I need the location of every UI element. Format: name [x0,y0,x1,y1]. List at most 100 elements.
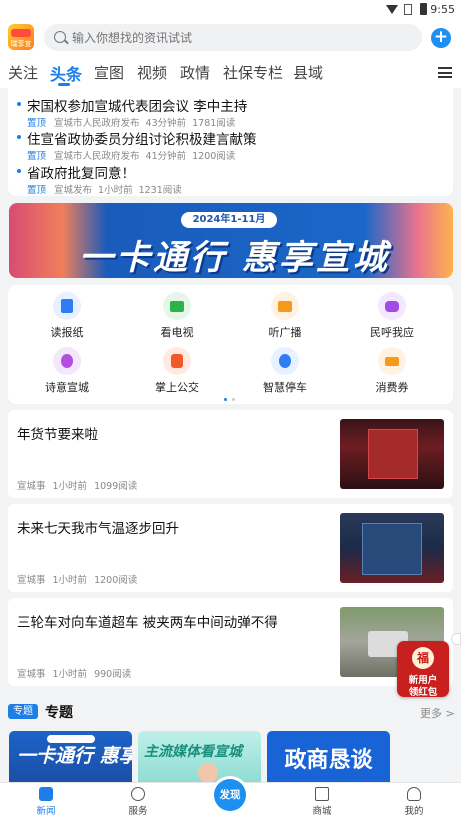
service-citizen-voice[interactable]: 民呼我应 [357,292,427,340]
search-icon [54,31,66,43]
service-watch-tv[interactable]: 看电视 [142,292,212,340]
headline-time: 1小时前 [98,185,133,196]
topic-card-text: 主流媒体看宣城 [144,744,242,760]
news-reads: 1200阅读 [94,575,138,586]
nav-label: 新闻 [36,806,56,817]
search-bar[interactable] [44,24,422,51]
news-card[interactable]: 未来七天我市气温逐步回升 宣城事 1小时前 1200阅读 [8,504,453,592]
nav-services[interactable]: 服务 [108,783,168,817]
news-meta: 宣城事 1小时前 990阅读 [17,666,138,680]
tab-follow[interactable]: 关注 [8,62,38,83]
tab-county[interactable]: 县域 [293,62,323,83]
tab-video[interactable]: 视频 [137,62,167,83]
bullet-dot [17,135,21,139]
headline-source: 宣城市人民政府发布 [54,151,140,162]
topic-section-header: 专题 专题 更多 > [0,698,461,728]
newspaper-icon [53,292,81,320]
profile-icon [407,787,421,801]
headline-source: 宣城发布 [54,185,93,196]
service-listen-radio[interactable]: 听广播 [250,292,320,340]
status-time: 9:55 [430,3,455,16]
menu-icon[interactable] [438,67,452,78]
add-button[interactable]: + [431,28,451,48]
bullet-dot [17,102,21,106]
nav-profile[interactable]: 我的 [384,783,444,817]
news-source: 宣城事 [17,481,46,492]
app-logo[interactable]: 瑞享宣 [8,24,34,50]
news-icon [39,787,53,801]
topic-card-figure [198,763,218,783]
page-indicator-active [224,398,227,401]
news-time: 1小时前 [52,669,88,680]
promo-banner[interactable]: 2024年1-11月 一卡通行 惠享宣城 [9,203,453,278]
nav-mall[interactable]: 商城 [292,783,352,817]
page-indicator [232,398,235,401]
headline-meta: 置顶 宣城发布 1小时前 1231阅读 [27,182,188,196]
headline-meta: 置顶 宣城市人民政府发布 43分钟前 1781阅读 [27,115,241,129]
banner-headline: 一卡通行 惠享宣城 [79,238,390,278]
news-thumbnail [340,419,444,489]
topic-title: 专题 [45,705,73,721]
poem-icon [53,347,81,375]
news-source: 宣城事 [17,669,46,680]
service-label: 看电视 [160,326,194,339]
headline-title: 省政府批复同意！ [27,166,135,182]
service-read-newspaper[interactable]: 读报纸 [32,292,102,340]
bullet-dot [17,169,21,173]
thumbnail-poster [362,523,422,575]
topic-card[interactable]: 政商恳谈 [267,731,390,783]
nav-discover-button[interactable]: 发现 [214,779,246,811]
headline-reads: 1231阅读 [138,185,182,196]
tab-politics[interactable]: 政情 [180,62,210,83]
services-grid: 读报纸 看电视 听广播 民呼我应 诗意宣城 掌上公交 智慧停车 消费券 [8,285,453,404]
coupon-icon [378,347,406,375]
service-smart-parking[interactable]: 智慧停车 [250,347,320,395]
service-label: 诗意宣城 [45,381,89,394]
search-input[interactable] [72,24,412,51]
news-meta: 宣城事 1小时前 1200阅读 [17,572,144,586]
channel-tabs: 关注 头条 宣图 视频 政情 社保专栏 县域 [0,56,461,88]
logo-text: 瑞享宣 [10,40,32,48]
news-source: 宣城事 [17,575,46,586]
headline-reads: 1200阅读 [192,151,236,162]
side-drawer-handle[interactable] [451,633,461,645]
pinned-tag: 置顶 [27,151,47,162]
service-poetic-xuancheng[interactable]: 诗意宣城 [32,347,102,395]
headline-time: 41分钟前 [145,151,187,162]
news-title: 未来七天我市气温逐步回升 [17,521,179,537]
service-label: 读报纸 [50,326,84,339]
topic-card[interactable]: 一卡通行 惠享宣城 [9,731,132,783]
headline-title: 住宣省政协委员分组讨论积极建言献策 [27,132,257,148]
tv-icon [163,292,191,320]
battery-icon [420,3,427,15]
news-card[interactable]: 年货节要来啦 宣城事 1小时前 1099阅读 [8,410,453,498]
nav-label: 服务 [128,806,148,817]
service-bus[interactable]: 掌上公交 [142,347,212,395]
bus-icon [163,347,191,375]
status-bar: 9:55 [0,0,461,20]
wifi-icon [386,5,398,14]
service-label: 民呼我应 [370,326,414,339]
red-packet-float[interactable]: 福 新用户 领红包 [397,641,449,698]
app-header: 瑞享宣 + [0,20,461,56]
topic-more-link[interactable]: 更多 > [420,705,455,721]
news-thumbnail [340,513,444,583]
news-reads: 990阅读 [94,669,132,680]
topic-card-pill [47,735,95,743]
news-title: 年货节要来啦 [17,427,98,443]
news-title: 三轮车对向车道超车 被夹两车中间动弹不得 [17,615,278,631]
service-label: 听广播 [268,326,302,339]
nav-news[interactable]: 新闻 [16,783,76,817]
thumbnail-poster [368,429,418,479]
bottom-nav: 新闻 服务 发现 商城 我的 [0,779,461,821]
news-reads: 1099阅读 [94,481,138,492]
service-coupon[interactable]: 消费券 [357,347,427,395]
news-time: 1小时前 [52,575,88,586]
chat-icon [378,292,406,320]
topic-card[interactable]: 主流媒体看宣城 [138,731,261,783]
tab-social-security[interactable]: 社保专栏 [223,62,283,83]
news-card[interactable]: 三轮车对向车道超车 被夹两车中间动弹不得 宣城事 1小时前 990阅读 [8,598,453,686]
tab-pictures[interactable]: 宣图 [94,62,124,83]
no-sim-icon [404,4,412,15]
tab-headlines[interactable]: 头条 [50,61,82,85]
